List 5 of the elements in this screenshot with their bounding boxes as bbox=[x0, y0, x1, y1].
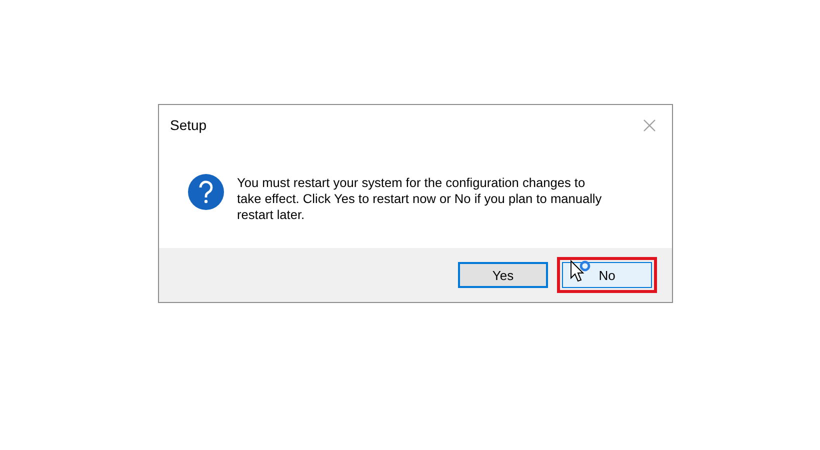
window-title: Setup bbox=[170, 117, 207, 133]
message-text: You must restart your system for the configuration changes to take effect. Click Yes to restart now or No if you plan to manually restart later. bbox=[237, 175, 603, 223]
close-icon[interactable] bbox=[643, 118, 656, 132]
dialog-button[interactable]: Yes bbox=[458, 262, 548, 288]
question-icon bbox=[187, 173, 225, 211]
